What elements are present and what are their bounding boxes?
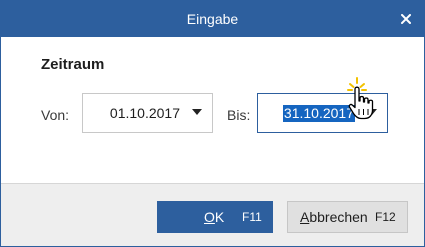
bis-date-value: 31.10.2017 [282,105,355,122]
cancel-mnemonic: A [300,209,310,225]
cancel-shortcut: F12 [375,210,396,224]
bis-date-dropdown[interactable]: 31.10.2017 [257,93,388,133]
chevron-down-icon [367,109,377,115]
ok-button[interactable]: OK F11 [157,201,273,233]
dialog-title: Eingabe [186,11,239,27]
von-date-dropdown[interactable]: 01.10.2017 [82,93,213,133]
cancel-button[interactable]: Abbrechen F12 [287,201,408,233]
chevron-down-icon [192,109,202,115]
ok-mnemonic: O [204,209,215,225]
bis-label: Bis: [227,107,251,123]
ok-button-label: OK [204,209,224,225]
button-bar: OK F11 Abbrechen F12 [1,183,424,246]
von-date-value: 01.10.2017 [109,105,180,121]
section-title: Zeitraum [41,56,105,73]
close-button[interactable] [388,1,424,37]
ok-label-rest: K [214,209,225,225]
title-bar: Eingabe [1,1,424,37]
cancel-button-label: Abbrechen [300,209,368,225]
von-label: Von: [41,107,70,123]
cancel-label-rest: bbrechen [309,209,368,225]
ok-shortcut: F11 [242,210,262,224]
close-icon [401,14,411,24]
input-dialog: Eingabe Zeitraum Von: 01.10.2017 Bis: 31… [0,0,425,247]
dialog-content: Zeitraum Von: 01.10.2017 Bis: 31.10.2017 [1,37,424,183]
